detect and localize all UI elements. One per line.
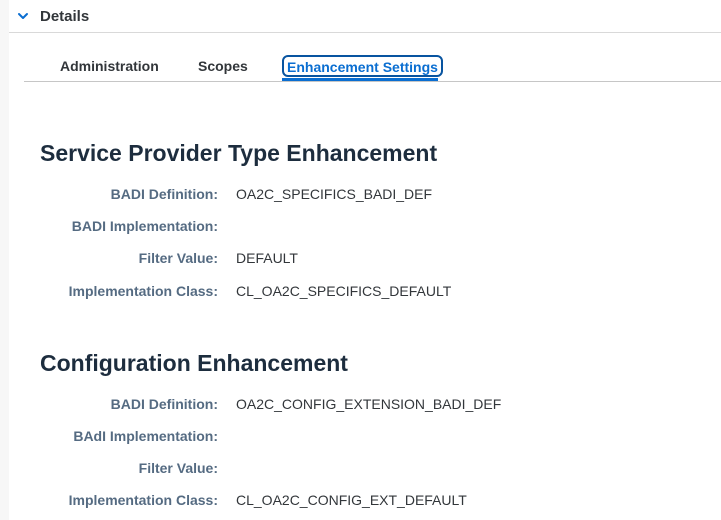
field-row-implementation-class: Implementation Class: CL_OA2C_SPECIFICS_… [9,283,721,303]
field-value: CL_OA2C_CONFIG_EXT_DEFAULT [236,492,467,508]
selected-tab-indicator [282,78,438,81]
field-label: BAdI Implementation: [73,428,218,444]
field-row-implementation-class: Implementation Class: CL_OA2C_CONFIG_EXT… [9,492,721,512]
section-title-configuration: Configuration Enhancement [40,350,348,376]
field-row-filter-value: Filter Value: DEFAULT [9,250,721,270]
field-label: Filter Value: [138,460,218,476]
field-label: Implementation Class: [68,283,218,299]
field-row-badi-implementation: BADI Implementation: [9,218,721,238]
field-value: OA2C_CONFIG_EXTENSION_BADI_DEF [236,396,502,412]
field-label: BADI Implementation: [71,218,218,234]
tab-bar: Administration Scopes Enhancement Settin… [24,48,721,82]
field-row-badi-definition: BADI Definition: OA2C_SPECIFICS_BADI_DEF [9,186,721,206]
field-row-badi-implementation: BAdI Implementation: [9,428,721,448]
chevron-down-icon[interactable] [17,10,29,22]
field-value: OA2C_SPECIFICS_BADI_DEF [236,186,433,202]
tab-enhancement-settings[interactable]: Enhancement Settings [282,55,443,77]
field-label: BADI Definition: [110,186,218,202]
panel-title: Details [40,8,90,25]
field-label: Filter Value: [138,250,218,266]
field-label: Implementation Class: [68,492,218,508]
tab-administration[interactable]: Administration [60,48,159,81]
field-row-filter-value: Filter Value: [9,460,721,480]
tab-scopes[interactable]: Scopes [198,48,248,81]
field-value: CL_OA2C_SPECIFICS_DEFAULT [236,283,452,299]
details-panel: Details Administration Scopes Enhancemen… [9,0,721,520]
field-value: DEFAULT [236,250,298,266]
details-panel-header[interactable]: Details [9,0,721,33]
section-title-service-provider: Service Provider Type Enhancement [40,140,438,166]
field-label: BADI Definition: [110,396,218,412]
field-row-badi-definition: BADI Definition: OA2C_CONFIG_EXTENSION_B… [9,396,721,416]
